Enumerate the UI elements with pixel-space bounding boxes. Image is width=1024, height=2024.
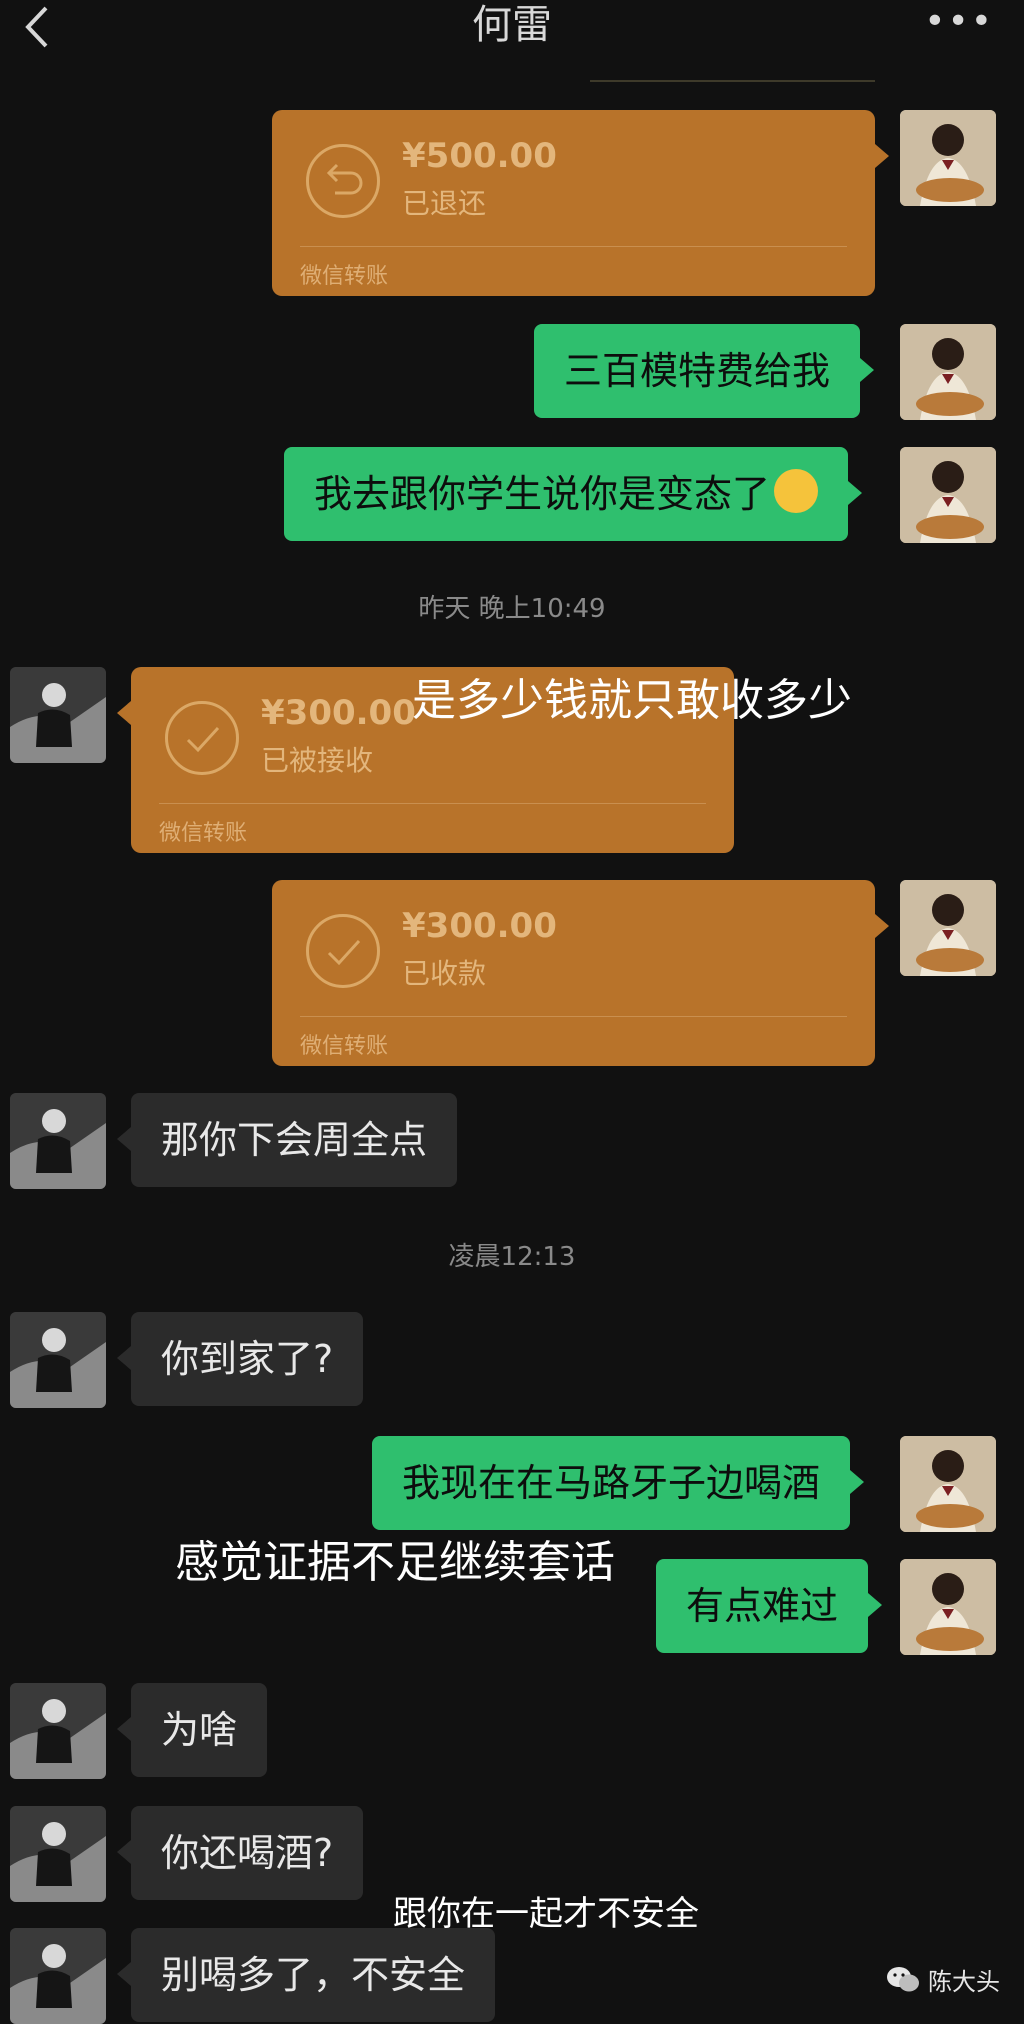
transfer-status: 已退还 bbox=[402, 187, 487, 220]
transfer-label: 微信转账 bbox=[300, 1034, 389, 1059]
avatar[interactable] bbox=[900, 447, 996, 543]
transfer-card[interactable]: ¥300.00 已收款 微信转账 bbox=[272, 880, 889, 1066]
message-text: 我去跟你学生说你是变态了 bbox=[314, 472, 771, 516]
avatar[interactable] bbox=[900, 1436, 996, 1532]
timestamp: 凌晨12:13 bbox=[448, 1242, 576, 1272]
crying-emoji-icon bbox=[774, 469, 819, 513]
transfer-amount: ¥300.00 bbox=[402, 906, 557, 946]
message-bubble[interactable]: 我现在在马路牙子边喝酒 bbox=[372, 1436, 865, 1530]
watermark-text: 陈大头 bbox=[928, 1968, 1000, 1996]
message-bubble[interactable]: 我去跟你学生说你是变态了 bbox=[284, 447, 863, 541]
overlay-caption: 感觉证据不足继续套话 bbox=[175, 1537, 615, 1588]
message-bubble[interactable]: 为啥 bbox=[116, 1683, 268, 1777]
avatar[interactable] bbox=[900, 110, 996, 206]
check-icon bbox=[306, 914, 380, 988]
divider bbox=[300, 1016, 847, 1017]
avatar[interactable] bbox=[900, 880, 996, 976]
message-bubble[interactable]: 别喝多了，不安全 bbox=[116, 1928, 496, 2022]
message-bubble[interactable]: 那你下会周全点 bbox=[116, 1093, 458, 1187]
transfer-status: 已收款 bbox=[402, 957, 487, 990]
watermark: 陈大头 bbox=[886, 1962, 1000, 1997]
check-icon bbox=[165, 701, 239, 775]
refund-icon bbox=[306, 144, 380, 218]
more-options-icon[interactable]: ••• bbox=[924, 0, 994, 44]
avatar[interactable] bbox=[10, 1928, 106, 2024]
timestamp: 昨天 晚上10:49 bbox=[418, 594, 606, 624]
divider bbox=[590, 80, 875, 82]
avatar[interactable] bbox=[900, 324, 996, 420]
message-bubble[interactable]: 你到家了? bbox=[116, 1312, 364, 1406]
transfer-card[interactable]: ¥500.00 已退还 微信转账 bbox=[272, 110, 889, 296]
chat-title: 何雷 bbox=[472, 2, 552, 48]
message-bubble[interactable]: 有点难过 bbox=[656, 1559, 883, 1653]
transfer-label: 微信转账 bbox=[300, 264, 389, 289]
avatar[interactable] bbox=[10, 667, 106, 763]
divider bbox=[300, 246, 847, 247]
wechat-icon bbox=[887, 1966, 919, 1991]
avatar[interactable] bbox=[10, 1093, 106, 1189]
divider bbox=[159, 803, 706, 804]
overlay-caption: 是多少钱就只敢收多少 bbox=[412, 675, 852, 726]
transfer-amount: ¥300.00 bbox=[261, 693, 416, 733]
avatar[interactable] bbox=[10, 1683, 106, 1779]
message-bubble[interactable]: 你还喝酒? bbox=[116, 1806, 364, 1900]
avatar[interactable] bbox=[10, 1312, 106, 1408]
avatar[interactable] bbox=[10, 1806, 106, 1902]
transfer-amount: ¥500.00 bbox=[402, 136, 557, 176]
avatar[interactable] bbox=[900, 1559, 996, 1655]
message-bubble[interactable]: 三百模特费给我 bbox=[534, 324, 875, 418]
transfer-label: 微信转账 bbox=[159, 821, 248, 846]
transfer-status: 已被接收 bbox=[261, 744, 374, 777]
